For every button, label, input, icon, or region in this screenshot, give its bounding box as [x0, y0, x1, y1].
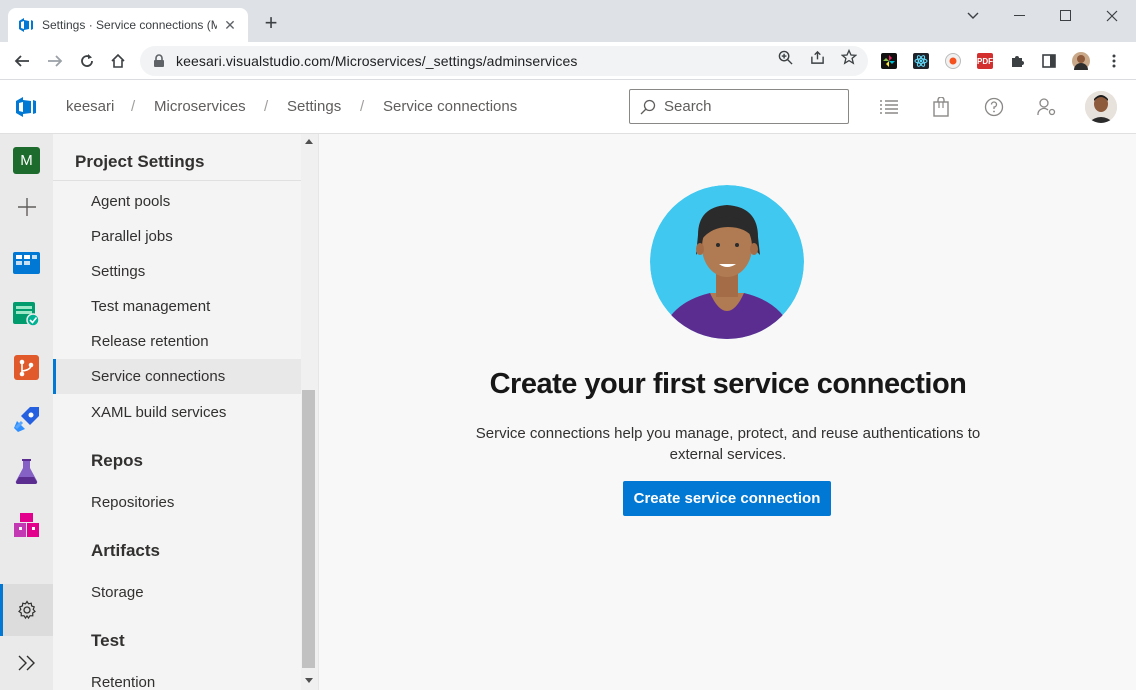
reload-icon[interactable]: [77, 51, 97, 71]
search-input[interactable]: Search: [629, 89, 849, 124]
nav-section-artifacts: Artifacts: [91, 541, 160, 560]
test-plans-icon[interactable]: [13, 300, 40, 327]
test-icon[interactable]: [13, 458, 40, 485]
browser-toolbar: keesari.visualstudio.com/Microservices/_…: [0, 42, 1136, 80]
url-text: keesari.visualstudio.com/Microservices/_…: [176, 53, 578, 69]
nav-item-agent-pools[interactable]: Agent pools: [53, 184, 301, 219]
scroll-down-arrow-icon[interactable]: [305, 678, 313, 683]
pdf-icon[interactable]: PDF: [977, 53, 993, 69]
breadcrumb-project[interactable]: Microservices: [154, 98, 246, 115]
selection-indicator: [0, 584, 3, 636]
breadcrumb-separator: /: [360, 98, 365, 115]
nav-item-service-connections[interactable]: Service connections: [53, 359, 301, 394]
search-icon: [640, 99, 656, 114]
nav-section-repos: Repos: [91, 451, 143, 470]
nav-scrollbar[interactable]: [301, 134, 318, 690]
minimize-icon[interactable]: [997, 0, 1043, 32]
lock-icon: [154, 54, 164, 67]
nav-item-storage[interactable]: Storage: [53, 575, 301, 610]
azure-devops-favicon-icon: [18, 17, 34, 33]
nav-title: Project Settings: [75, 152, 205, 171]
divider: [53, 180, 301, 181]
home-icon[interactable]: [108, 51, 128, 71]
tab-close-icon[interactable]: ✕: [222, 17, 238, 34]
expand-chevrons-icon[interactable]: [13, 649, 40, 676]
main-content: Create your first service connection Ser…: [320, 134, 1136, 690]
gear-icon: [17, 600, 36, 620]
breadcrumb-separator: /: [131, 98, 136, 115]
close-window-icon[interactable]: [1089, 0, 1135, 32]
sidepanel-icon[interactable]: [1041, 53, 1057, 69]
breadcrumb-org[interactable]: keesari: [66, 98, 114, 115]
add-icon[interactable]: [13, 193, 40, 220]
react-icon[interactable]: [913, 53, 929, 69]
zoom-icon[interactable]: [777, 49, 793, 65]
user-avatar[interactable]: [1085, 91, 1117, 123]
nav-item-release-retention[interactable]: Release retention: [53, 324, 301, 359]
menu-icon[interactable]: [1106, 53, 1122, 69]
help-icon[interactable]: [983, 96, 1005, 118]
project-initial: M: [20, 152, 33, 169]
address-bar[interactable]: keesari.visualstudio.com/Microservices/_…: [140, 46, 868, 76]
puzzle-icon[interactable]: [1009, 53, 1025, 69]
pinwheel-icon[interactable]: [881, 53, 897, 69]
nav-section-test: Test: [91, 631, 125, 650]
search-placeholder: Search: [664, 98, 712, 115]
person-illustration: [650, 185, 804, 339]
pipelines-icon[interactable]: [13, 406, 40, 433]
user-settings-icon[interactable]: [1036, 96, 1058, 118]
nav-item-settings[interactable]: Settings: [53, 254, 301, 289]
maximize-icon[interactable]: [1043, 0, 1089, 32]
ado-header: keesari / Microservices / Settings / Ser…: [0, 80, 1136, 134]
nav-item-parallel-jobs[interactable]: Parallel jobs: [53, 219, 301, 254]
repos-icon[interactable]: [13, 354, 40, 381]
breadcrumb-separator: /: [264, 98, 269, 115]
back-icon[interactable]: [12, 51, 32, 71]
tab-title: Settings · Service connections (M: [42, 18, 217, 32]
marketplace-bag-icon[interactable]: [930, 96, 952, 118]
forward-icon[interactable]: [45, 51, 65, 71]
new-tab-icon[interactable]: +: [260, 12, 282, 34]
nav-item-test-management[interactable]: Test management: [53, 289, 301, 324]
pdf-label: PDF: [977, 56, 993, 66]
left-icon-rail: M: [0, 134, 53, 690]
breadcrumb-page[interactable]: Service connections: [383, 98, 517, 115]
work-items-list-icon[interactable]: [878, 96, 900, 118]
browser-tab[interactable]: Settings · Service connections (M ✕: [8, 8, 248, 42]
record-icon[interactable]: [945, 53, 961, 69]
tab-search-chevron-icon[interactable]: [950, 0, 996, 32]
create-service-connection-button[interactable]: Create service connection: [623, 481, 831, 516]
browser-tab-strip: Settings · Service connections (M ✕ +: [0, 0, 1136, 42]
share-icon[interactable]: [809, 49, 825, 65]
project-avatar[interactable]: M: [13, 147, 40, 174]
artifacts-icon[interactable]: [13, 512, 40, 539]
breadcrumb-settings[interactable]: Settings: [287, 98, 341, 115]
nav-item-retention[interactable]: Retention: [53, 665, 301, 690]
bookmark-star-icon[interactable]: [841, 49, 857, 65]
profile-avatar[interactable]: [1072, 52, 1090, 70]
boards-icon[interactable]: [13, 248, 40, 275]
scroll-up-arrow-icon[interactable]: [305, 139, 313, 144]
project-settings-button[interactable]: [0, 584, 53, 636]
settings-nav-panel: Project Settings Agent pools Parallel jo…: [53, 134, 319, 690]
nav-item-xaml-build-services[interactable]: XAML build services: [53, 395, 301, 430]
page-title: Create your first service connection: [489, 368, 967, 400]
scrollbar-thumb[interactable]: [302, 390, 315, 668]
page-description: Service connections help you manage, pro…: [475, 425, 981, 463]
nav-item-repositories[interactable]: Repositories: [53, 485, 301, 520]
azure-devops-logo-icon[interactable]: [14, 95, 38, 119]
